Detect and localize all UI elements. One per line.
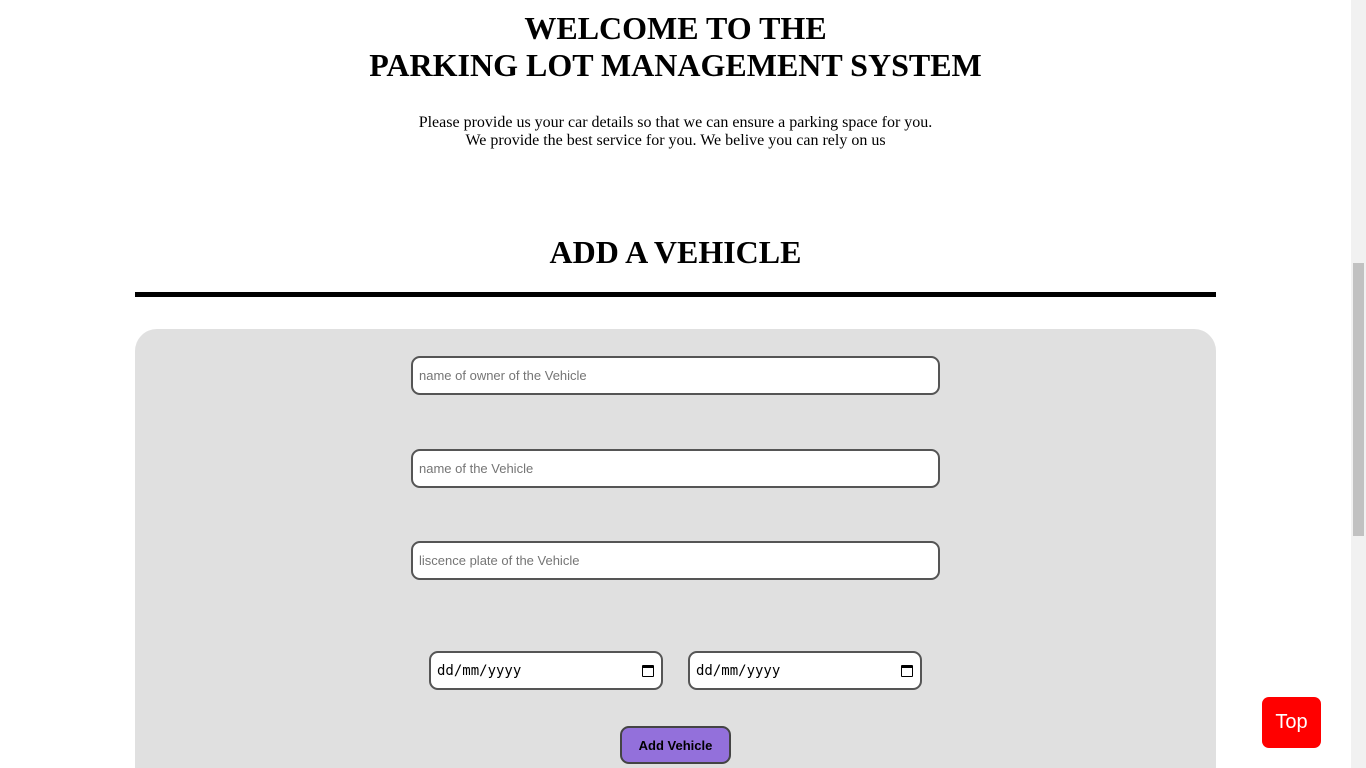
vertical-scrollbar[interactable]	[1351, 0, 1366, 768]
start-date-input[interactable]: dd/mm/yyyy	[429, 651, 663, 690]
page-title-line-2: PARKING LOT MANAGEMENT SYSTEM	[369, 47, 982, 83]
intro-text-line-1: Please provide us your car details so th…	[418, 114, 933, 131]
vehicle-name-input[interactable]	[411, 449, 940, 488]
page-title-line-1: WELCOME TO THE	[524, 10, 827, 46]
license-plate-input[interactable]	[411, 541, 940, 580]
add-vehicle-button[interactable]: Add Vehicle	[620, 726, 731, 764]
owner-name-input[interactable]	[411, 356, 940, 395]
calendar-icon[interactable]	[642, 664, 654, 677]
scrollbar-thumb[interactable]	[1353, 263, 1364, 536]
start-date-placeholder: dd/mm/yyyy	[437, 662, 522, 679]
end-date-placeholder: dd/mm/yyyy	[696, 662, 781, 679]
section-divider	[135, 292, 1216, 297]
page: WELCOME TO THE PARKING LOT MANAGEMENT SY…	[0, 0, 1351, 768]
scroll-to-top-button[interactable]: Top	[1262, 697, 1321, 748]
end-date-input[interactable]: dd/mm/yyyy	[688, 651, 922, 690]
intro-text-line-2: We provide the best service for you. We …	[465, 132, 886, 149]
section-heading: ADD A VEHICLE	[549, 234, 802, 270]
calendar-icon[interactable]	[901, 664, 913, 677]
